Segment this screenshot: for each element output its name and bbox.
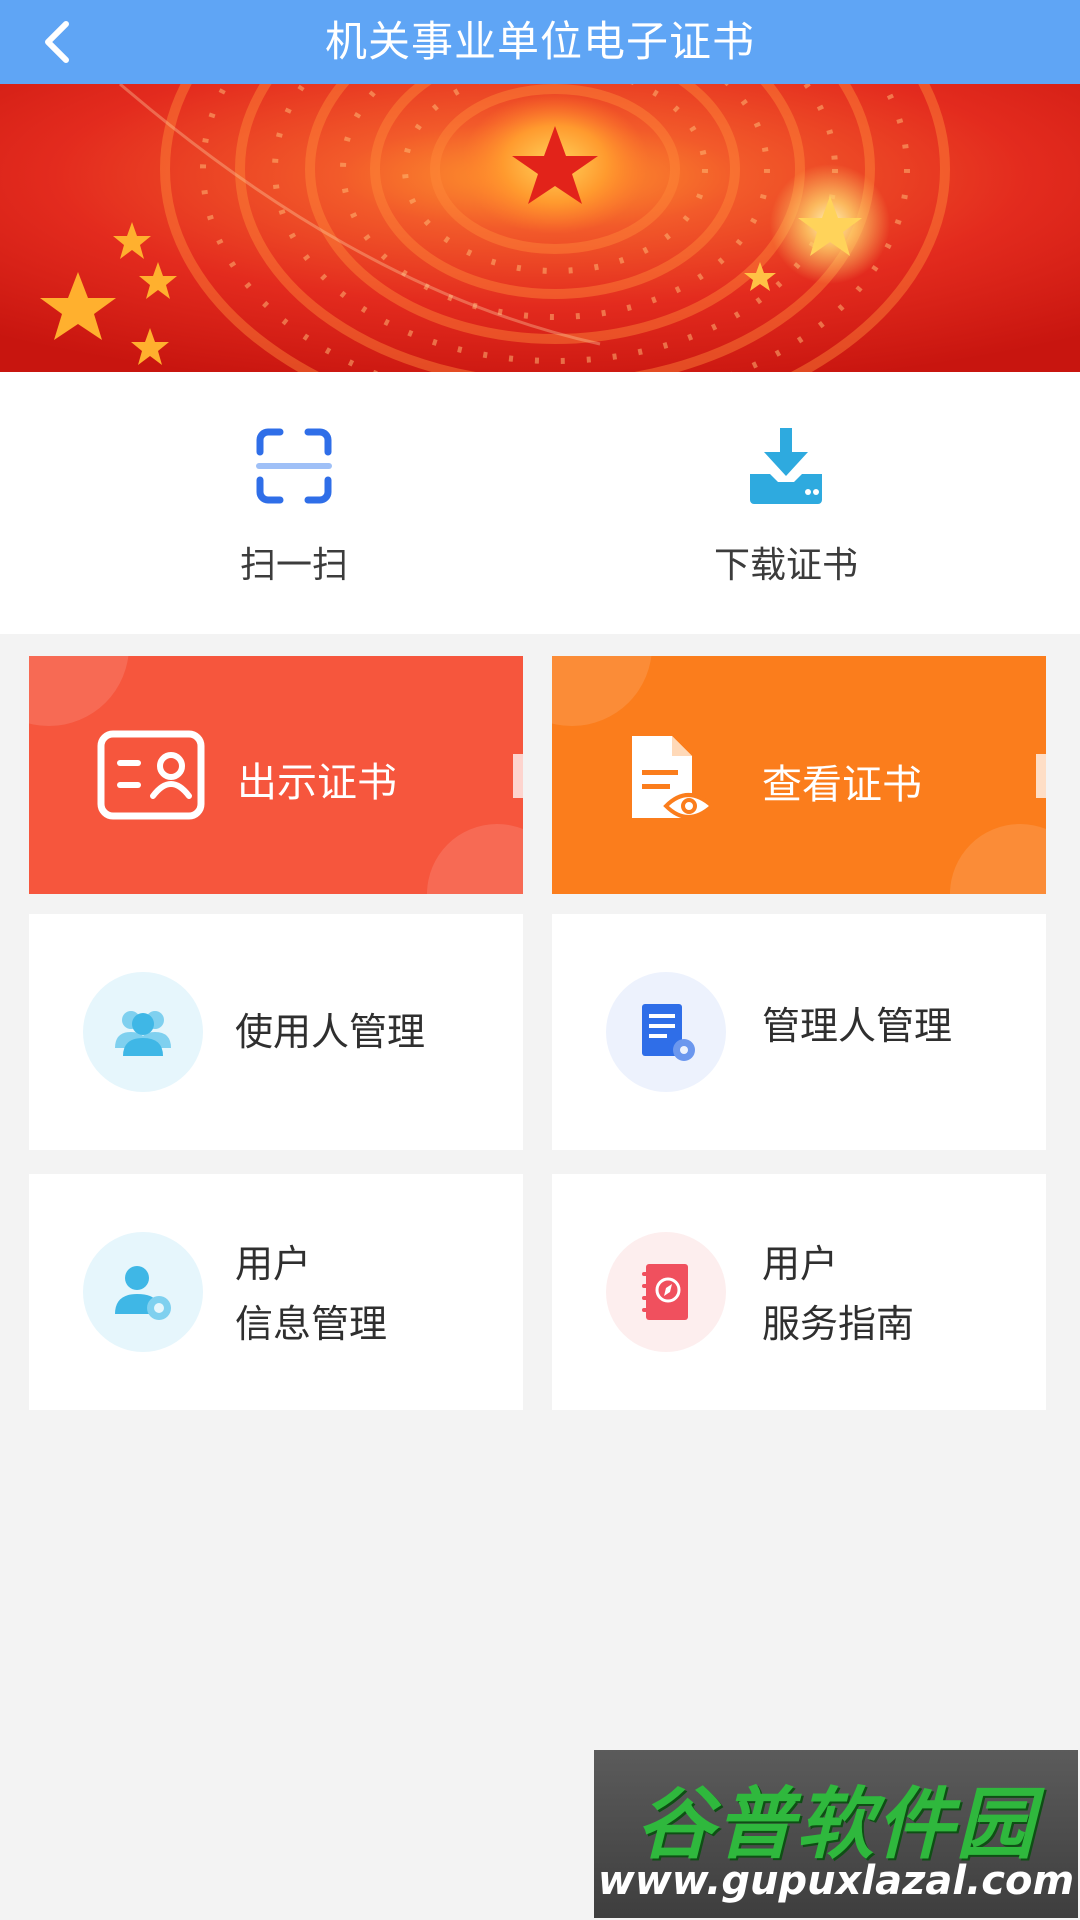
scan-label: 扫一扫 [239,545,348,586]
decor-circle [552,656,652,726]
user-settings-icon [83,1232,203,1352]
show-certificate-card[interactable]: 出示证书 [29,656,523,894]
user-info-management-label-line1: 用户 [235,1242,312,1286]
watermark-url: www.gupuxlazal.com [597,1858,1075,1904]
card-edge-tab [1036,754,1046,798]
show-certificate-label: 出示证书 [237,760,397,806]
quick-actions: 扫一扫 下载证书 [0,372,1080,634]
decor-circle [29,656,129,726]
user-info-management-label-line2: 信息管理 [235,1302,388,1346]
user-service-guide-label-line2: 服务指南 [762,1302,915,1346]
users-icon [83,972,203,1092]
download-icon [742,422,830,510]
download-certificate-button[interactable]: 下载证书 [666,422,906,592]
page-title: 机关事业单位电子证书 [324,17,755,66]
guide-book-icon [606,1232,726,1352]
scan-button[interactable]: 扫一扫 [174,422,414,592]
user-management-label: 使用人管理 [235,1010,426,1054]
user-service-guide-card[interactable]: 用户 服务指南 [552,1174,1046,1410]
download-certificate-label: 下载证书 [713,545,858,586]
admin-management-label: 管理人管理 [762,1004,953,1048]
decor-circle [950,824,1046,894]
view-certificate-card[interactable]: 查看证书 [552,656,1046,894]
decor-circle [427,824,523,894]
admin-document-icon [606,972,726,1092]
id-card-icon [97,730,205,824]
scan-icon [250,422,338,510]
watermark: 谷普软件园 www.gupuxlazal.com [594,1750,1078,1918]
card-edge-tab [513,754,523,798]
top-bar: 机关事业单位电子证书 [0,0,1080,84]
user-management-card[interactable]: 使用人管理 [29,914,523,1150]
view-document-icon [628,732,724,832]
banner-image [0,84,1080,372]
admin-management-card[interactable]: 管理人管理 [552,914,1046,1150]
user-service-guide-label-line1: 用户 [762,1242,839,1286]
user-info-management-card[interactable]: 用户 信息管理 [29,1174,523,1410]
view-certificate-label: 查看证书 [762,762,922,808]
